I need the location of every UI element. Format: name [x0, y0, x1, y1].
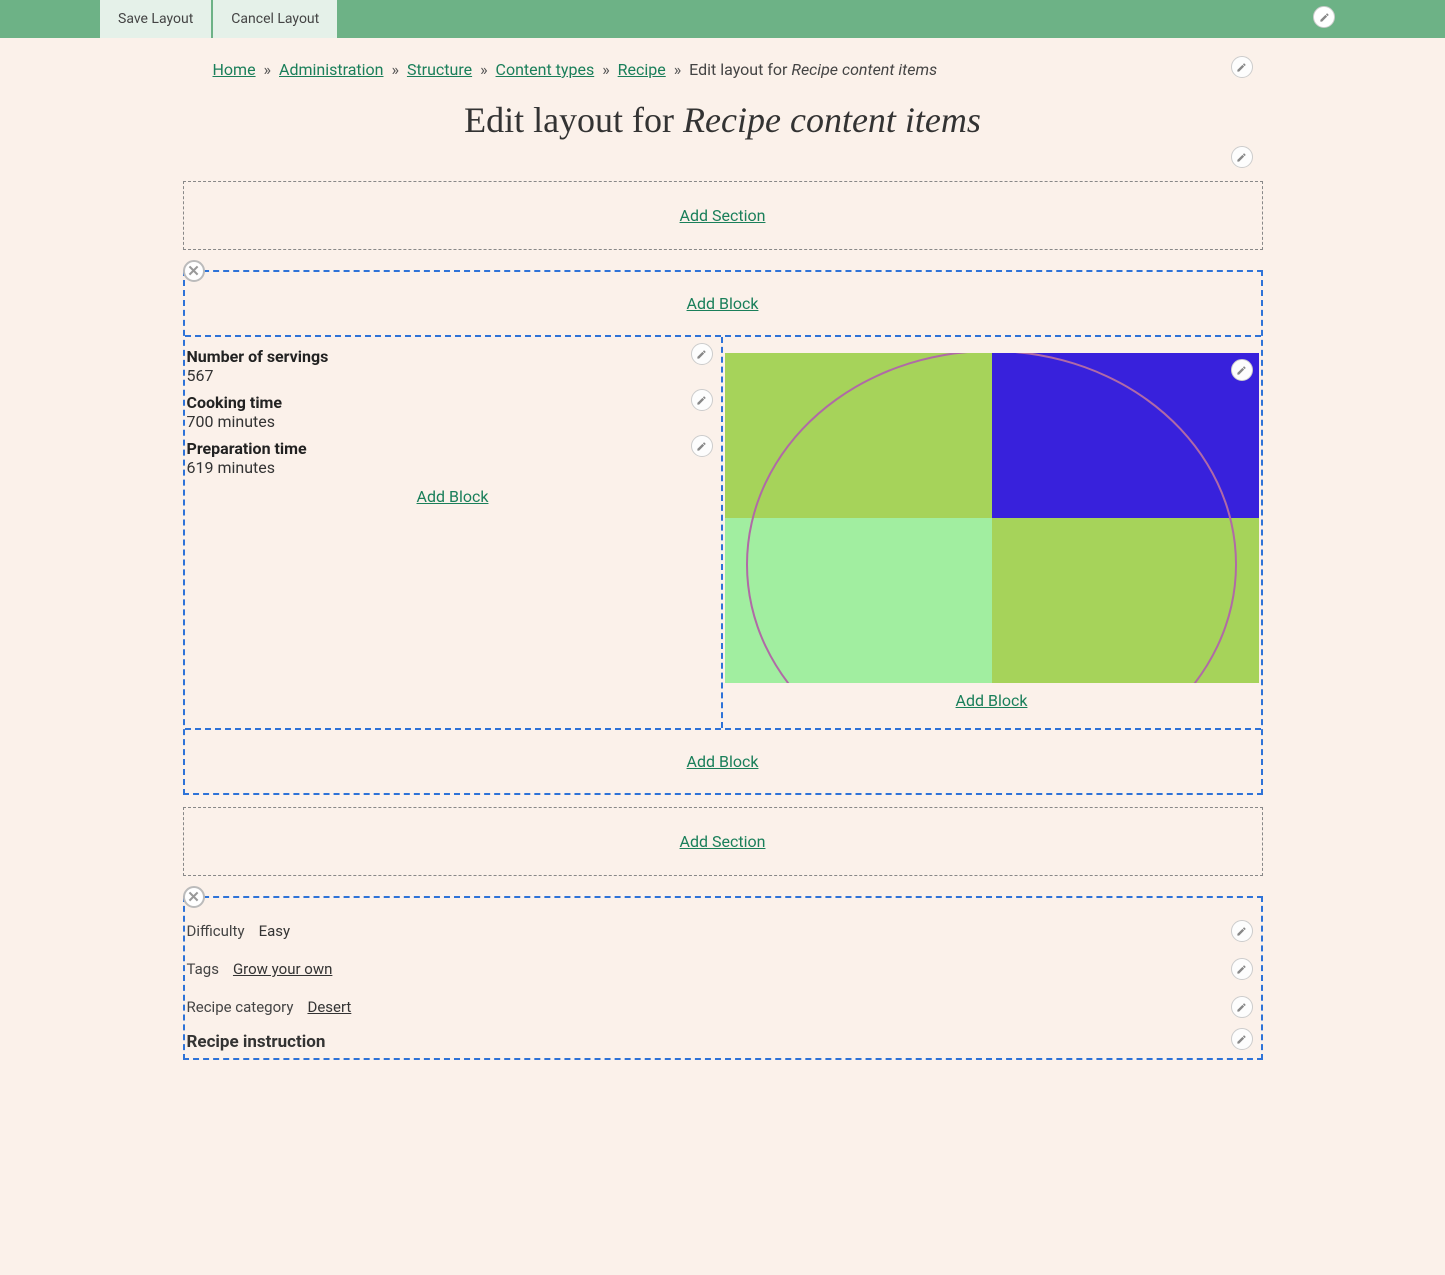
remove-section-button[interactable]: ✕	[183, 260, 205, 282]
left-column-add-block[interactable]: Add Block	[187, 479, 719, 514]
add-block-link[interactable]: Add Block	[956, 691, 1028, 710]
field-value-link[interactable]: Grow your own	[233, 960, 332, 978]
field-servings[interactable]: Number of servings 567	[187, 341, 719, 387]
field-value: 619 minutes	[187, 458, 719, 477]
field-value: 567	[187, 366, 719, 385]
add-section-link[interactable]: Add Section	[680, 832, 766, 851]
field-label: Cooking time	[187, 393, 719, 412]
toolbar-edit-icon[interactable]	[1313, 6, 1335, 28]
page-title-italic: Recipe content items	[683, 100, 981, 140]
breadcrumb-separator: »	[264, 60, 272, 79]
add-section-link[interactable]: Add Section	[680, 206, 766, 225]
layout-section-1: ✕ Add Block Number of servings 567 Cooki…	[183, 270, 1263, 795]
field-label: Difficulty	[187, 922, 245, 940]
breadcrumb-separator: »	[480, 60, 488, 79]
image-edit-icon[interactable]	[1231, 359, 1253, 381]
field-prep-time[interactable]: Preparation time 619 minutes	[187, 433, 719, 479]
right-column-add-block[interactable]: Add Block	[725, 683, 1259, 718]
remove-section-button[interactable]: ✕	[183, 886, 205, 908]
breadcrumb-separator: »	[391, 60, 399, 79]
toolbar: Save Layout Cancel Layout	[0, 0, 1445, 38]
breadcrumb-home[interactable]: Home	[213, 60, 256, 79]
field-label: Preparation time	[187, 439, 719, 458]
layout-section-2: ✕ Difficulty Easy Tags Grow your own Rec…	[183, 896, 1263, 1060]
field-value: 700 minutes	[187, 412, 719, 431]
field-recipe-category[interactable]: Recipe category Desert	[185, 988, 1261, 1026]
save-layout-button[interactable]: Save Layout	[100, 0, 211, 38]
field-label: Recipe instruction	[187, 1032, 326, 1052]
breadcrumb-content-types[interactable]: Content types	[496, 60, 595, 79]
add-block-bottom-row[interactable]: Add Block	[185, 730, 1261, 793]
field-label: Number of servings	[187, 347, 719, 366]
field-edit-icon[interactable]	[1231, 996, 1253, 1018]
breadcrumb-structure[interactable]: Structure	[407, 60, 472, 79]
field-recipe-instruction[interactable]: Recipe instruction	[185, 1026, 1261, 1058]
field-edit-icon[interactable]	[691, 389, 713, 411]
add-block-link[interactable]: Add Block	[687, 294, 759, 313]
breadcrumb-recipe[interactable]: Recipe	[618, 60, 666, 79]
field-cooking-time[interactable]: Cooking time 700 minutes	[187, 387, 719, 433]
section-region: Add Block Number of servings 567 Cooking…	[183, 270, 1263, 795]
field-label: Recipe category	[187, 998, 294, 1016]
title-edit-icon[interactable]	[1231, 146, 1253, 168]
add-section-zone-middle[interactable]: Add Section	[183, 807, 1263, 876]
breadcrumb-current-italic: Recipe content items	[791, 60, 937, 79]
field-edit-icon[interactable]	[691, 343, 713, 365]
add-block-link[interactable]: Add Block	[417, 487, 489, 506]
field-difficulty[interactable]: Difficulty Easy	[185, 912, 1261, 950]
page-title: Edit layout for Recipe content items	[183, 99, 1263, 141]
cancel-layout-button[interactable]: Cancel Layout	[213, 0, 337, 38]
field-value: Easy	[259, 922, 291, 940]
breadcrumb-separator: »	[602, 60, 610, 79]
breadcrumb-separator: »	[674, 60, 682, 79]
page-title-prefix: Edit layout for	[464, 100, 683, 140]
breadcrumb-administration[interactable]: Administration	[279, 60, 384, 79]
add-block-link[interactable]: Add Block	[687, 752, 759, 771]
field-edit-icon[interactable]	[1231, 958, 1253, 980]
field-edit-icon[interactable]	[1231, 920, 1253, 942]
section-region: Difficulty Easy Tags Grow your own Recip…	[183, 896, 1263, 1060]
add-block-top-row[interactable]: Add Block	[185, 272, 1261, 335]
recipe-image-block[interactable]	[725, 353, 1259, 683]
field-tags[interactable]: Tags Grow your own	[185, 950, 1261, 988]
field-value-link[interactable]: Desert	[307, 998, 351, 1016]
breadcrumb-current-prefix: Edit layout for	[689, 60, 791, 79]
field-label: Tags	[187, 960, 219, 978]
field-edit-icon[interactable]	[1231, 1028, 1253, 1050]
add-section-zone-top[interactable]: Add Section	[183, 181, 1263, 250]
breadcrumb: Home » Administration » Structure » Cont…	[183, 38, 1263, 87]
breadcrumb-edit-icon[interactable]	[1231, 56, 1253, 78]
field-edit-icon[interactable]	[691, 435, 713, 457]
left-column: Number of servings 567 Cooking time 700 …	[185, 337, 723, 728]
right-column: Add Block	[723, 337, 1261, 728]
two-column-region: Number of servings 567 Cooking time 700 …	[185, 335, 1261, 730]
